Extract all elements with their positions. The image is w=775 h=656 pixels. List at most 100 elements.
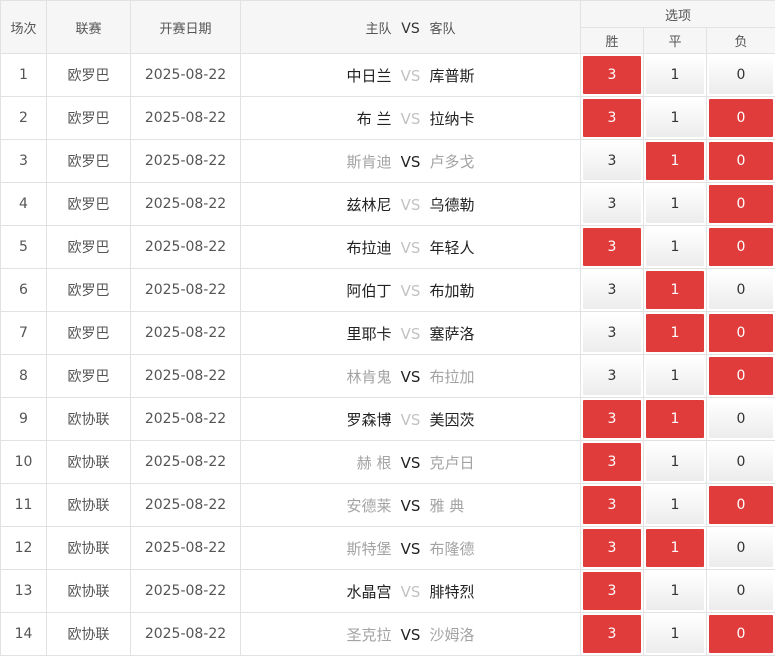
- home-team: 圣克拉: [242, 624, 392, 645]
- lose-cell: 0: [707, 183, 775, 226]
- league-name: 欧罗巴: [47, 183, 131, 226]
- draw-option-button[interactable]: 1: [646, 56, 704, 94]
- away-team: 库普斯: [430, 65, 580, 86]
- win-option-button[interactable]: 3: [583, 443, 641, 481]
- draw-option-button[interactable]: 1: [646, 99, 704, 137]
- away-team: 年轻人: [430, 237, 580, 258]
- lose-option-button[interactable]: 0: [709, 228, 773, 266]
- lose-option-button[interactable]: 0: [709, 271, 773, 309]
- away-team: 沙姆洛: [430, 624, 580, 645]
- lose-option-button[interactable]: 0: [709, 142, 773, 180]
- table-row: 6欧罗巴2025-08-22阿伯丁VS布加勒310: [1, 269, 775, 312]
- win-option-button[interactable]: 3: [583, 228, 641, 266]
- match-options-table: 场次 联赛 开赛日期 主队VS客队 选项 胜 平 负 1欧罗巴2025-08-2…: [0, 0, 775, 656]
- vs-label: VS: [392, 411, 430, 429]
- away-team: 布隆德: [430, 538, 580, 559]
- col-header-home: 主队: [242, 18, 392, 37]
- lose-cell: 0: [707, 355, 775, 398]
- lose-option-button[interactable]: 0: [709, 400, 773, 438]
- home-team: 安德莱: [242, 495, 392, 516]
- draw-option-button[interactable]: 1: [646, 228, 704, 266]
- league-name: 欧罗巴: [47, 226, 131, 269]
- col-header-vs: VS: [392, 21, 430, 37]
- win-option-button[interactable]: 3: [583, 271, 641, 309]
- match-date: 2025-08-22: [131, 570, 241, 613]
- win-cell: 3: [581, 269, 644, 312]
- table-row: 13欧协联2025-08-22水晶宫VS腓特烈310: [1, 570, 775, 613]
- match-date: 2025-08-22: [131, 441, 241, 484]
- match-teams: 赫 根VS克卢日: [241, 441, 581, 484]
- home-team: 水晶宫: [242, 581, 392, 602]
- match-teams: 水晶宫VS腓特烈: [241, 570, 581, 613]
- match-date: 2025-08-22: [131, 484, 241, 527]
- win-option-button[interactable]: 3: [583, 314, 641, 352]
- win-option-button[interactable]: 3: [583, 357, 641, 395]
- draw-option-button[interactable]: 1: [646, 142, 704, 180]
- lose-cell: 0: [707, 312, 775, 355]
- lose-cell: 0: [707, 54, 775, 97]
- match-teams: 斯特堡VS布隆德: [241, 527, 581, 570]
- lose-option-button[interactable]: 0: [709, 185, 773, 223]
- league-name: 欧协联: [47, 441, 131, 484]
- lose-option-button[interactable]: 0: [709, 56, 773, 94]
- win-option-button[interactable]: 3: [583, 486, 641, 524]
- win-option-button[interactable]: 3: [583, 142, 641, 180]
- win-option-button[interactable]: 3: [583, 56, 641, 94]
- home-team: 赫 根: [242, 452, 392, 473]
- col-header-lose: 负: [707, 28, 775, 54]
- lose-cell: 0: [707, 398, 775, 441]
- match-rows: 1欧罗巴2025-08-22中日兰VS库普斯3102欧罗巴2025-08-22布…: [1, 54, 775, 656]
- vs-label: VS: [392, 67, 430, 85]
- away-team: 布加勒: [430, 280, 580, 301]
- match-teams: 中日兰VS库普斯: [241, 54, 581, 97]
- home-team: 阿伯丁: [242, 280, 392, 301]
- draw-option-button[interactable]: 1: [646, 185, 704, 223]
- win-cell: 3: [581, 355, 644, 398]
- lose-cell: 0: [707, 97, 775, 140]
- draw-option-button[interactable]: 1: [646, 400, 704, 438]
- lose-option-button[interactable]: 0: [709, 357, 773, 395]
- lose-option-button[interactable]: 0: [709, 529, 773, 567]
- draw-option-button[interactable]: 1: [646, 357, 704, 395]
- lose-option-button[interactable]: 0: [709, 443, 773, 481]
- match-date: 2025-08-22: [131, 527, 241, 570]
- league-name: 欧罗巴: [47, 355, 131, 398]
- win-option-button[interactable]: 3: [583, 615, 641, 653]
- vs-label: VS: [392, 368, 430, 386]
- match-no: 7: [1, 312, 47, 355]
- draw-cell: 1: [644, 484, 707, 527]
- draw-option-button[interactable]: 1: [646, 486, 704, 524]
- match-teams: 阿伯丁VS布加勒: [241, 269, 581, 312]
- draw-option-button[interactable]: 1: [646, 529, 704, 567]
- draw-option-button[interactable]: 1: [646, 314, 704, 352]
- away-team: 卢多戈: [430, 151, 580, 172]
- draw-cell: 1: [644, 398, 707, 441]
- win-option-button[interactable]: 3: [583, 400, 641, 438]
- match-teams: 林肯鬼VS布拉加: [241, 355, 581, 398]
- draw-cell: 1: [644, 613, 707, 656]
- win-option-button[interactable]: 3: [583, 529, 641, 567]
- draw-option-button[interactable]: 1: [646, 443, 704, 481]
- league-name: 欧罗巴: [47, 54, 131, 97]
- lose-option-button[interactable]: 0: [709, 314, 773, 352]
- draw-option-button[interactable]: 1: [646, 271, 704, 309]
- draw-option-button[interactable]: 1: [646, 572, 704, 610]
- draw-cell: 1: [644, 183, 707, 226]
- match-date: 2025-08-22: [131, 183, 241, 226]
- win-option-button[interactable]: 3: [583, 185, 641, 223]
- table-row: 3欧罗巴2025-08-22斯肯迪VS卢多戈310: [1, 140, 775, 183]
- lose-option-button[interactable]: 0: [709, 572, 773, 610]
- table-row: 12欧协联2025-08-22斯特堡VS布隆德310: [1, 527, 775, 570]
- lose-option-button[interactable]: 0: [709, 615, 773, 653]
- vs-label: VS: [392, 196, 430, 214]
- lose-option-button[interactable]: 0: [709, 486, 773, 524]
- win-option-button[interactable]: 3: [583, 99, 641, 137]
- match-no: 14: [1, 613, 47, 656]
- table-row: 1欧罗巴2025-08-22中日兰VS库普斯310: [1, 54, 775, 97]
- win-option-button[interactable]: 3: [583, 572, 641, 610]
- lose-option-button[interactable]: 0: [709, 99, 773, 137]
- draw-option-button[interactable]: 1: [646, 615, 704, 653]
- draw-cell: 1: [644, 570, 707, 613]
- home-team: 兹林尼: [242, 194, 392, 215]
- table-row: 10欧协联2025-08-22赫 根VS克卢日310: [1, 441, 775, 484]
